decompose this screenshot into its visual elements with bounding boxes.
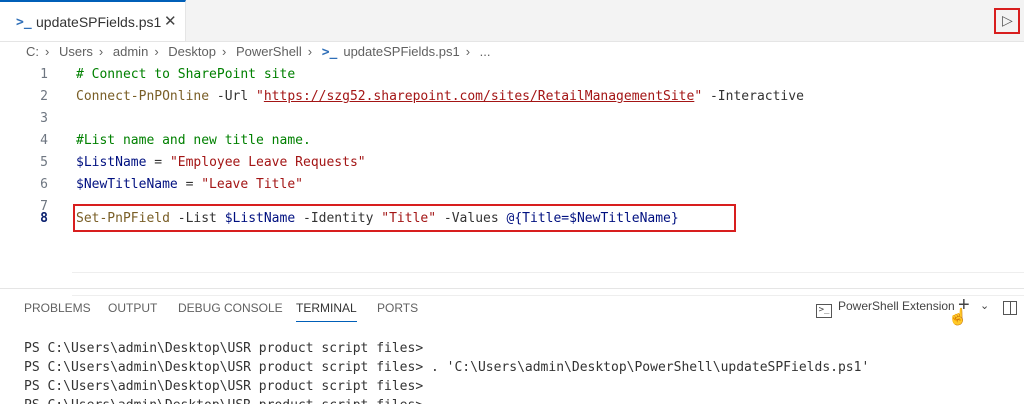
terminal-profile-selector[interactable]: >_ PowerShell Extension (816, 299, 955, 318)
code-editor[interactable]: 1 # Connect to SharePoint site 2 Connect… (0, 64, 1024, 296)
split-terminal-icon[interactable] (1003, 301, 1017, 315)
operator: = (146, 155, 170, 170)
breadcrumb-item[interactable]: Desktop (168, 44, 216, 59)
comment: #List name and new title name. (76, 133, 311, 148)
string-quote: " (256, 89, 264, 104)
chevron-right-icon: › (465, 44, 471, 59)
comment: # Connect to SharePoint site (76, 67, 296, 82)
url-link[interactable]: https://szg52.sharepoint.com/sites/Retai… (264, 89, 694, 104)
terminal-line: PS C:\Users\admin\Desktop\USR product sc… (24, 398, 869, 404)
editor-tab-bar: >_ updateSPFields.ps1 ✕ ▷ (0, 0, 1024, 42)
chevron-right-icon: › (307, 44, 313, 59)
terminal-line: PS C:\Users\admin\Desktop\USR product sc… (24, 341, 424, 356)
breadcrumb-item[interactable]: ... (480, 44, 491, 59)
terminal-profile-label: PowerShell Extension (838, 299, 955, 313)
chevron-right-icon: › (221, 44, 227, 59)
tab-ports[interactable]: PORTS (377, 301, 418, 315)
code-line[interactable]: 4 #List name and new title name. (0, 130, 1024, 152)
chevron-right-icon: › (98, 44, 104, 59)
string: "Employee Leave Requests" (169, 155, 366, 170)
run-button[interactable]: ▷ (994, 8, 1020, 34)
chevron-right-icon: › (45, 44, 50, 59)
code-line[interactable]: 1 # Connect to SharePoint site (0, 64, 1024, 86)
chevron-down-icon[interactable]: ⌄ (980, 299, 989, 312)
variable: $ListName (76, 155, 147, 170)
highlight-annotation-box (73, 204, 736, 232)
tab-updatespfields[interactable]: >_ updateSPFields.ps1 ✕ (0, 0, 186, 41)
string-quote: " (694, 89, 703, 104)
parameter: -Interactive (702, 89, 804, 104)
close-icon[interactable]: ✕ (164, 12, 177, 30)
tab-title: updateSPFields.ps1 (36, 14, 162, 30)
breadcrumb-item[interactable]: PowerShell (236, 44, 302, 59)
tab-terminal[interactable]: TERMINAL (296, 301, 357, 322)
terminal-icon: >_ (816, 304, 832, 318)
line-number: 6 (40, 177, 48, 192)
line-number: 3 (40, 111, 48, 126)
terminal-line: PS C:\Users\admin\Desktop\USR product sc… (24, 379, 424, 394)
parameter: -Url (209, 89, 257, 104)
line-number: 2 (40, 89, 48, 104)
terminal-output[interactable]: PS C:\Users\admin\Desktop\USR product sc… (24, 341, 869, 404)
operator: = (177, 177, 202, 192)
cmdlet: Connect-PnPOnline (76, 89, 210, 104)
variable: $NewTitleName (76, 177, 178, 192)
powershell-icon: >_ (321, 45, 338, 60)
breadcrumb-item[interactable]: updateSPFields.ps1 (343, 44, 459, 59)
tab-problems[interactable]: PROBLEMS (24, 301, 91, 315)
powershell-icon: >_ (16, 15, 32, 30)
code-line[interactable]: 2 Connect-PnPOnline -Url "https://szg52.… (0, 86, 1024, 108)
terminal-line: PS C:\Users\admin\Desktop\USR product sc… (24, 360, 870, 375)
play-icon: ▷ (1002, 12, 1013, 28)
line-number: 4 (40, 133, 48, 148)
breadcrumb: C: › Users › admin › Desktop › PowerShell › >… (24, 44, 493, 64)
code-line[interactable]: 3 (0, 108, 1024, 130)
mouse-pointer-icon: ☝ (948, 309, 968, 326)
tab-debug-console[interactable]: DEBUG CONSOLE (178, 301, 283, 315)
line-number: 8 (40, 211, 48, 226)
tab-output[interactable]: OUTPUT (108, 301, 157, 315)
breadcrumb-item[interactable]: C: (26, 44, 39, 59)
bottom-panel: PROBLEMS OUTPUT DEBUG CONSOLE TERMINAL P… (0, 288, 1024, 404)
string: "Leave Title" (201, 177, 303, 192)
code-line[interactable]: 5 $ListName = "Employee Leave Requests" (0, 152, 1024, 174)
line-number: 1 (40, 67, 48, 82)
breadcrumb-item[interactable]: Users (59, 44, 93, 59)
chevron-right-icon: › (154, 44, 159, 59)
code-line[interactable]: 6 $NewTitleName = "Leave Title" (0, 174, 1024, 196)
breadcrumb-item[interactable]: admin (113, 44, 148, 59)
line-number: 5 (40, 155, 48, 170)
